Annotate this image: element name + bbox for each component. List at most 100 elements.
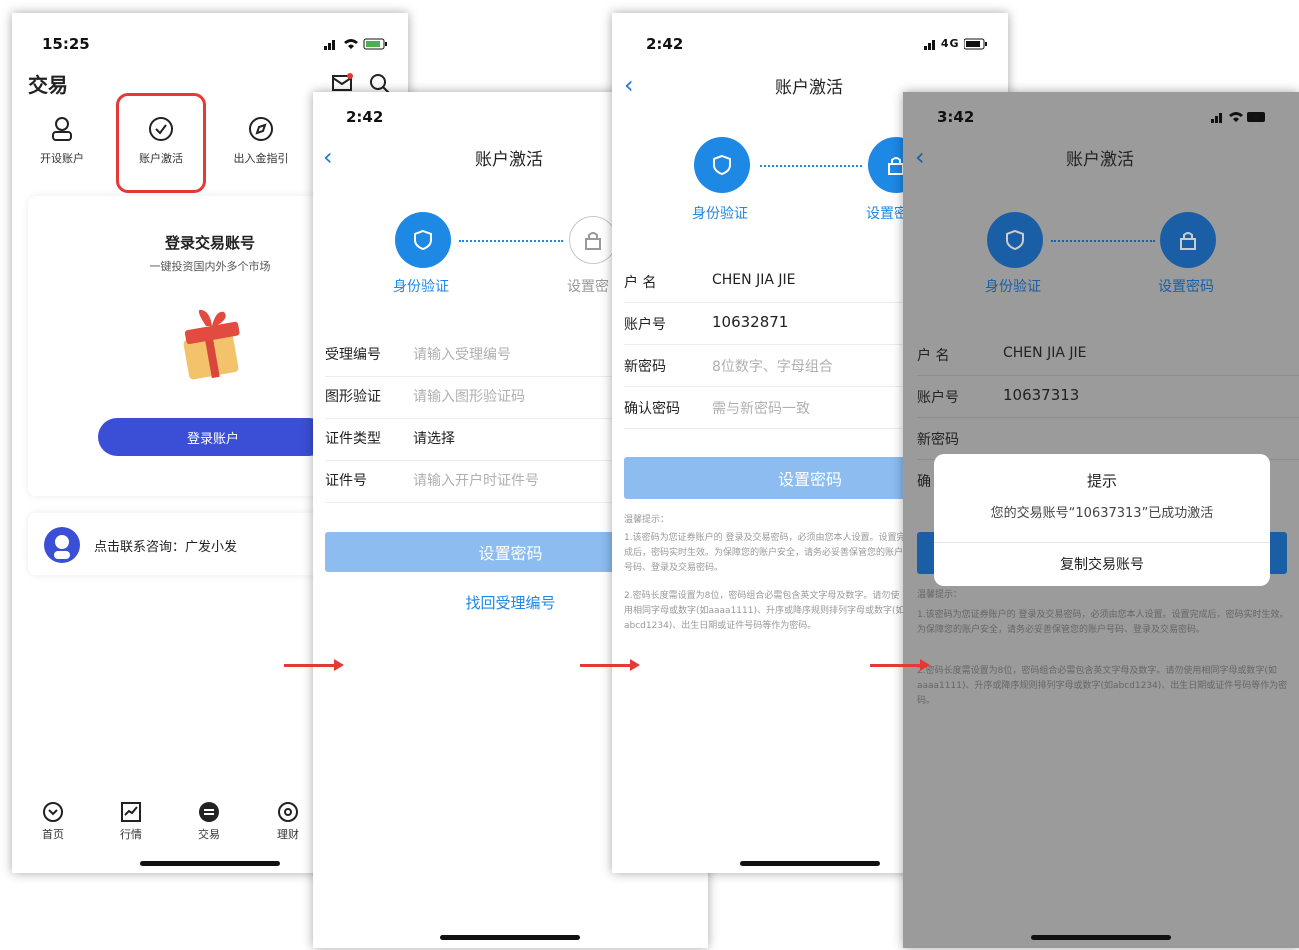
dialog-message: 您的交易账号“10637313”已成功激活 bbox=[990, 506, 1214, 521]
lock-icon bbox=[585, 232, 601, 250]
flow-arrow bbox=[870, 659, 930, 671]
user-icon bbox=[52, 117, 72, 141]
account-name-value: CHEN JIA JIE bbox=[712, 272, 796, 288]
shield-icon bbox=[1006, 229, 1024, 251]
tab-finance[interactable]: 理财 bbox=[273, 801, 303, 842]
chart-icon bbox=[121, 802, 141, 822]
signal-icon bbox=[924, 40, 935, 50]
field-label-application-no: 受理编号 bbox=[325, 347, 381, 363]
field-label-name: 户 名 bbox=[917, 348, 950, 364]
compass-icon bbox=[249, 117, 273, 141]
success-dialog: 提示 您的交易账号“10637313”已成功激活 复制交易账号 bbox=[934, 454, 1270, 586]
step-connector bbox=[459, 240, 563, 242]
tip-1: 1.该密码为您证券账户的 登录及交易密码，必须由您本人设置。设置完成后，密码实时… bbox=[917, 610, 1289, 635]
tab-trade[interactable]: 交易 bbox=[194, 801, 224, 842]
activate-account-entry[interactable]: 账户激活 bbox=[116, 93, 206, 193]
tip-2: 2.密码长度需设置为8位，密码组合必需包含英文字母及数字。请勿使用相同字母或数字… bbox=[917, 666, 1288, 706]
confirm-password-input[interactable]: 需与新密码一致 bbox=[712, 398, 810, 418]
account-no-value: 10637313 bbox=[1003, 386, 1080, 404]
tab-finance-label: 理财 bbox=[277, 828, 299, 841]
field-label-confirm-password: 确 bbox=[917, 474, 931, 490]
status-time: 15:25 bbox=[42, 35, 90, 53]
status-icons: 4G bbox=[924, 37, 988, 50]
check-circle-icon bbox=[149, 117, 173, 141]
step-identity-circle bbox=[395, 212, 451, 268]
new-password-input[interactable]: 8位数字、字母组合 bbox=[712, 356, 833, 376]
signal-wifi-battery-icon bbox=[1211, 112, 1265, 123]
field-label-id-type: 证件类型 bbox=[325, 431, 381, 447]
tab-home-label: 首页 bbox=[42, 828, 64, 841]
step-password-label: 设置密 bbox=[567, 279, 609, 295]
tips-title: 温馨提示： bbox=[624, 515, 670, 525]
back-icon[interactable]: ‹ bbox=[624, 73, 634, 97]
flow-arrow bbox=[580, 659, 640, 671]
divider bbox=[917, 417, 1299, 418]
finance-icon bbox=[278, 802, 298, 822]
field-label-new-password: 新密码 bbox=[624, 359, 666, 375]
signal-wifi-battery-icon bbox=[324, 38, 387, 50]
status-time: 2:42 bbox=[346, 108, 384, 126]
field-label-id-no: 证件号 bbox=[325, 473, 367, 489]
contact-text: 点击联系咨询：广发小发 bbox=[94, 540, 238, 555]
nav-title: 账户激活 bbox=[475, 150, 543, 170]
id-type-select[interactable]: 请选择 bbox=[413, 428, 455, 448]
step-identity-circle bbox=[694, 137, 750, 193]
divider bbox=[917, 375, 1299, 376]
step-password-label: 设置密 bbox=[866, 206, 908, 222]
avatar bbox=[44, 527, 80, 563]
step-identity-label: 身份验证 bbox=[393, 279, 449, 295]
gift-icon bbox=[176, 306, 246, 386]
back-icon[interactable]: ‹ bbox=[915, 145, 925, 169]
tip-1: 1.该密码为您证券账户的 登录及交易密码，必须由您本人设置。设置完成后，密码实时… bbox=[624, 533, 906, 573]
account-no-value: 10632871 bbox=[712, 313, 789, 331]
step-password-label: 设置密码 bbox=[1158, 279, 1214, 295]
status-time: 2:42 bbox=[646, 35, 684, 53]
field-label-name: 户 名 bbox=[624, 275, 657, 291]
screen-activation-success: 3:42 ‹ 账户激活 身份验证 设置密码 户 名 CHEN JIA JIE 账… bbox=[903, 92, 1299, 948]
captcha-input[interactable]: 请输入图形验证码 bbox=[413, 386, 525, 406]
home-indicator bbox=[440, 935, 580, 940]
open-account-entry[interactable]: 开设账户 bbox=[34, 116, 90, 166]
battery-icon bbox=[963, 38, 988, 50]
status-icons bbox=[1211, 110, 1269, 127]
fund-guide-entry[interactable]: 出入金指引 bbox=[226, 116, 296, 166]
field-label-captcha: 图形验证 bbox=[325, 389, 381, 405]
tab-home[interactable]: 首页 bbox=[38, 801, 68, 842]
fund-guide-label: 出入金指引 bbox=[233, 152, 289, 165]
tab-market[interactable]: 行情 bbox=[116, 801, 146, 842]
tab-trade-label: 交易 bbox=[198, 828, 220, 841]
nav-title: 账户激活 bbox=[1066, 150, 1134, 170]
home-indicator bbox=[1031, 935, 1171, 940]
tab-market-label: 行情 bbox=[120, 828, 142, 841]
status-time: 3:42 bbox=[937, 108, 975, 126]
network-label: 4G bbox=[940, 37, 960, 50]
nav-title: 账户激活 bbox=[775, 78, 843, 98]
status-icons bbox=[324, 37, 390, 54]
home-indicator bbox=[740, 861, 880, 866]
field-label-account-no: 账户号 bbox=[624, 317, 666, 333]
flow-arrow bbox=[284, 659, 344, 671]
dialog-title: 提示 bbox=[1086, 472, 1117, 490]
id-no-input[interactable]: 请输入开户时证件号 bbox=[413, 470, 539, 490]
step-password-circle bbox=[1160, 212, 1216, 268]
account-name-value: CHEN JIA JIE bbox=[1003, 345, 1087, 361]
page-title: 交易 bbox=[28, 73, 68, 97]
step-password-circle bbox=[569, 216, 617, 264]
field-label-account-no: 账户号 bbox=[917, 390, 959, 406]
lock-icon bbox=[1180, 232, 1196, 250]
shield-icon bbox=[713, 154, 731, 176]
login-button[interactable]: 登录账户 bbox=[98, 418, 328, 456]
activate-account-label: 账户激活 bbox=[139, 152, 183, 165]
field-label-confirm-password: 确认密码 bbox=[624, 401, 680, 417]
trade-icon bbox=[199, 802, 219, 822]
copy-account-button[interactable]: 复制交易账号 bbox=[934, 542, 1270, 586]
home-indicator bbox=[140, 861, 280, 866]
application-no-input[interactable]: 请输入受理编号 bbox=[413, 344, 511, 364]
step-connector bbox=[760, 165, 862, 167]
tip-2: 2.密码长度需设置为8位，密码组合必需包含英文字母及数字。请勿使用相同字母或数字… bbox=[624, 591, 905, 631]
step-identity-circle bbox=[987, 212, 1043, 268]
step-identity-label: 身份验证 bbox=[692, 206, 748, 222]
tips-title: 温馨提示： bbox=[917, 590, 963, 600]
shield-icon bbox=[414, 229, 432, 251]
back-icon[interactable]: ‹ bbox=[323, 145, 333, 169]
